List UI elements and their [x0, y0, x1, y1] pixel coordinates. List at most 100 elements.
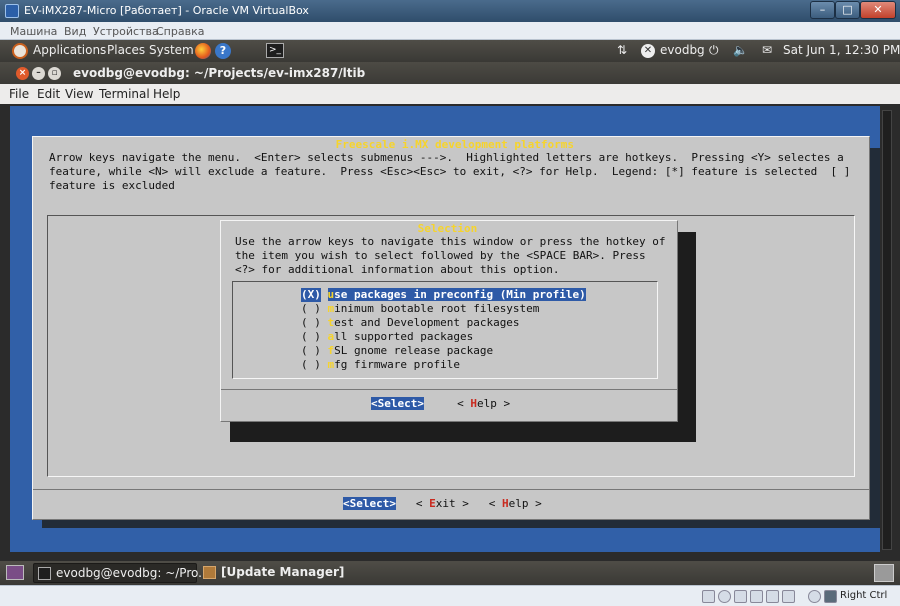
vbox-menu-help[interactable]: Справка: [156, 25, 204, 38]
usb-status-icon[interactable]: [734, 590, 747, 603]
vbox-menu-devices[interactable]: Устройства: [93, 25, 159, 38]
btn-hotkey: H: [501, 497, 509, 510]
terminal-menu-help[interactable]: Help: [153, 87, 180, 101]
network-icon[interactable]: ⇅: [617, 43, 627, 57]
trash-icon[interactable]: [874, 564, 894, 582]
mail-icon[interactable]: ✉: [762, 43, 772, 57]
selection-option-list: (X) use packages in preconfig (Min profi…: [232, 281, 658, 379]
option-label: SL gnome release package: [334, 344, 494, 357]
radio-mark: ( ): [301, 316, 321, 329]
selection-select-button[interactable]: <Select>: [371, 397, 424, 410]
user-status-icon[interactable]: ✕: [641, 44, 655, 58]
selection-dialog-help: Use the arrow keys to navigate this wind…: [235, 235, 665, 277]
taskbar-update-manager[interactable]: [Update Manager]: [199, 563, 359, 583]
menuconfig-exit-button[interactable]: < Exit >: [416, 497, 469, 510]
help-line: <?> for additional information about thi…: [235, 263, 560, 276]
panel-clock[interactable]: Sat Jun 1, 12:30 PM: [783, 43, 900, 57]
mouse-integration-icon[interactable]: [808, 590, 821, 603]
minimize-button[interactable]: –: [810, 1, 835, 19]
menuconfig-select-button[interactable]: <Select>: [343, 497, 396, 510]
legend-line: feature, while <N> will exclude a featur…: [49, 165, 851, 178]
power-icon[interactable]: ⏻: [709, 43, 719, 58]
option-row-test-dev[interactable]: ( ) test and Development packages: [301, 316, 520, 330]
terminal-title: evodbg@evodbg: ~/Projects/ev-imx287/ltib: [73, 66, 366, 80]
radio-mark: ( ): [301, 302, 321, 315]
legend-line: Arrow keys navigate the menu. <Enter> se…: [49, 151, 844, 164]
legend-line: feature is excluded: [49, 179, 175, 192]
btn-hotkey: E: [429, 497, 436, 510]
terminal-minimize-icon[interactable]: –: [32, 67, 45, 80]
terminal-menu-edit[interactable]: Edit: [37, 87, 60, 101]
menuconfig-button-bar: <Select> < Exit > < Help >: [343, 497, 542, 511]
close-button[interactable]: ✕: [860, 1, 896, 19]
terminal-menu-view[interactable]: View: [65, 87, 93, 101]
host-key-label: Right Ctrl: [840, 590, 888, 601]
terminal-menu-file[interactable]: File: [9, 87, 29, 101]
task-label: evodbg@evodbg: ~/Pro...: [56, 566, 210, 580]
selection-dialog-title: Selection: [411, 222, 484, 235]
display-status-icon[interactable]: [782, 590, 795, 603]
btn-text: <: [457, 397, 471, 410]
applications-menu[interactable]: Applications: [33, 43, 106, 57]
taskbar-terminal[interactable]: evodbg@evodbg: ~/Pro...: [33, 563, 210, 583]
hdd-status-icon[interactable]: [702, 590, 715, 603]
terminal-launcher-icon[interactable]: >_: [266, 43, 284, 58]
vbox-menubar: Машина Вид Устройства Справка: [0, 22, 900, 40]
host-titlebar: EV-iMX287-Micro [Работает] - Oracle VM V…: [0, 0, 900, 22]
places-menu[interactable]: Places: [107, 43, 145, 57]
btn-hotkey: H: [470, 397, 477, 410]
maximize-button[interactable]: □: [835, 1, 860, 19]
shared-folders-icon[interactable]: [766, 590, 779, 603]
selection-help-button[interactable]: < Help >: [457, 397, 510, 410]
menuconfig-divider: [33, 489, 869, 490]
host-window-title: EV-iMX287-Micro [Работает] - Oracle VM V…: [24, 4, 309, 17]
gnome-bottom-panel: evodbg@evodbg: ~/Pro... [Update Manager]: [0, 561, 900, 585]
radio-mark: ( ): [301, 344, 321, 357]
volume-icon[interactable]: 🔈: [733, 43, 748, 57]
option-row-mfg-firmware[interactable]: ( ) mfg firmware profile: [301, 358, 460, 372]
btn-text: xit >: [435, 497, 469, 510]
terminal-titlebar: × – ▫ evodbg@evodbg: ~/Projects/ev-imx28…: [0, 62, 900, 84]
btn-text: <: [415, 497, 430, 510]
option-row-all-packages[interactable]: ( ) all supported packages: [301, 330, 473, 344]
menuconfig-help-button[interactable]: < Help >: [489, 497, 542, 510]
btn-text: elp >: [508, 497, 542, 510]
virtualbox-app-icon: [5, 4, 19, 18]
option-label: fg firmware profile: [334, 358, 460, 371]
terminal-area[interactable]: Freescale i.MX development platforms Arr…: [0, 104, 900, 561]
task-label: [Update Manager]: [221, 565, 345, 579]
terminal-menubar: File Edit View Terminal Help: [0, 84, 900, 104]
panel-username[interactable]: evodbg: [660, 43, 705, 57]
selection-button-bar: <Select> < Help >: [371, 397, 510, 411]
help-line: Use the arrow keys to navigate this wind…: [235, 235, 666, 248]
terminal-task-icon: [38, 567, 51, 580]
btn-text: elp >: [476, 397, 511, 410]
update-manager-task-icon: [203, 566, 216, 579]
cd-status-icon[interactable]: [718, 590, 731, 603]
option-label: ll supported packages: [334, 330, 474, 343]
option-row-minimum-rootfs[interactable]: ( ) minimum bootable root filesystem: [301, 302, 539, 316]
selection-dialog-divider: [221, 389, 677, 390]
terminal-screen: Freescale i.MX development platforms Arr…: [10, 106, 880, 552]
terminal-menu-terminal[interactable]: Terminal: [99, 87, 150, 101]
option-row-min-profile[interactable]: (X) use packages in preconfig (Min profi…: [301, 288, 586, 302]
menuconfig-legend: Arrow keys navigate the menu. <Enter> se…: [49, 151, 850, 193]
terminal-maximize-icon[interactable]: ▫: [48, 67, 61, 80]
option-label: est and Development packages: [334, 316, 520, 329]
ubuntu-logo-icon: [12, 43, 28, 59]
help-line: the item you wish to select followed by …: [235, 249, 646, 262]
option-label: inimum bootable root filesystem: [334, 302, 540, 315]
vbox-menu-machine[interactable]: Машина: [10, 25, 57, 38]
system-menu[interactable]: System: [149, 43, 194, 57]
menuconfig-title: Freescale i.MX development platforms: [329, 138, 581, 151]
help-icon[interactable]: ?: [215, 43, 231, 59]
network-status-icon[interactable]: [750, 590, 763, 603]
terminal-scrollbar[interactable]: [882, 110, 892, 550]
radio-mark: ( ): [301, 330, 321, 343]
show-desktop-icon[interactable]: [6, 565, 24, 580]
firefox-icon[interactable]: [195, 43, 211, 59]
terminal-close-icon[interactable]: ×: [16, 67, 29, 80]
option-row-fsl-gnome[interactable]: ( ) fSL gnome release package: [301, 344, 493, 358]
host-key-icon: [824, 590, 837, 603]
vbox-menu-view[interactable]: Вид: [64, 25, 86, 38]
